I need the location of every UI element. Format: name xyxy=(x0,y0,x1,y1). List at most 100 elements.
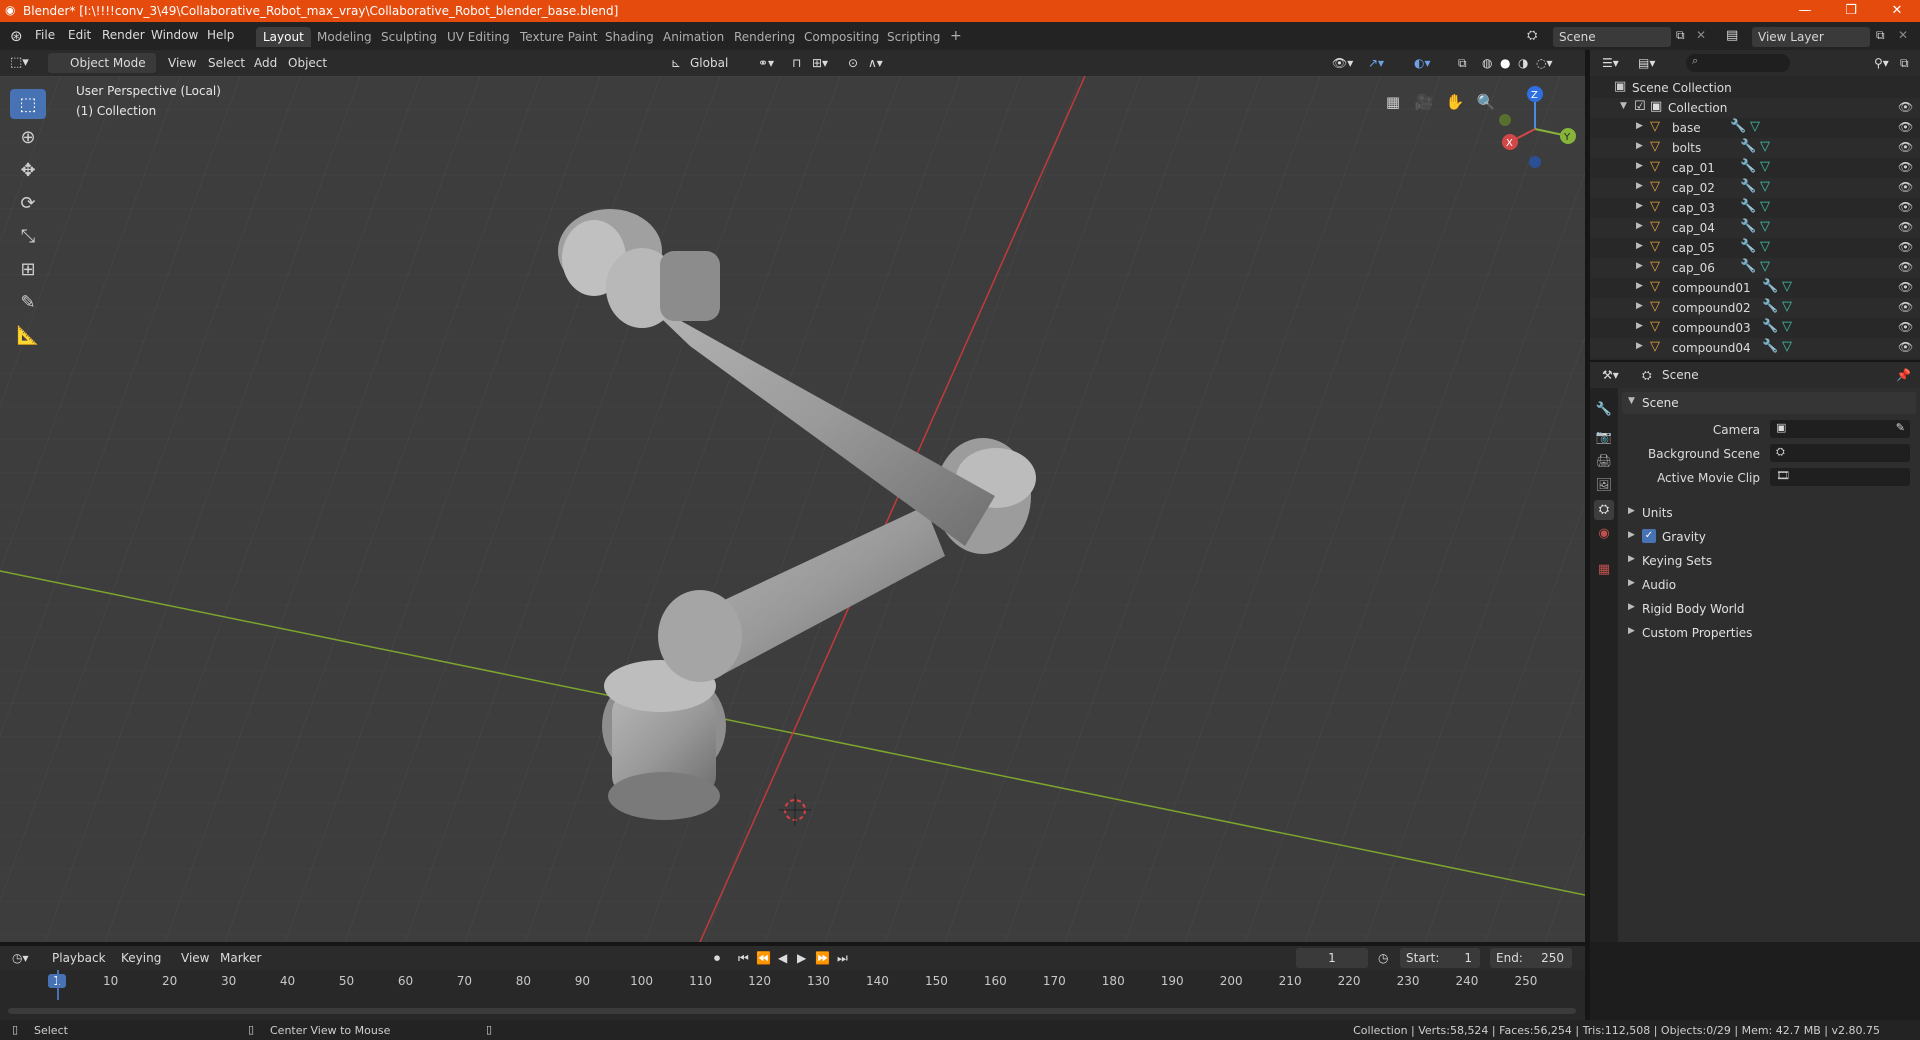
blender-menu-icon[interactable]: ⊛ xyxy=(10,27,23,45)
jump-end-button[interactable]: ⏭ xyxy=(837,948,848,968)
expand-arrow-icon[interactable]: ▶ xyxy=(1636,281,1643,291)
move-tool-icon[interactable]: ✥ xyxy=(10,155,46,185)
marker-menu[interactable]: Marker xyxy=(220,948,261,968)
wireframe-shading-icon[interactable]: ◍ xyxy=(1482,53,1492,73)
modifier-icon[interactable]: 🔧 xyxy=(1762,319,1778,334)
pan-view-icon[interactable]: ✋ xyxy=(1441,88,1469,116)
expand-arrow-icon[interactable]: ▶ xyxy=(1636,221,1643,231)
subpanel-header[interactable]: ▶ Units xyxy=(1622,502,1916,524)
pin-icon[interactable]: 📌 xyxy=(1896,365,1911,385)
expand-arrow-icon[interactable]: ▶ xyxy=(1636,321,1643,331)
gravity-checkbox[interactable]: ✓ xyxy=(1642,529,1656,543)
solid-shading-icon[interactable]: ● xyxy=(1500,53,1510,73)
collection-checkbox[interactable]: ☑ xyxy=(1634,99,1646,114)
snap-target-icon[interactable]: ⊞▾ xyxy=(812,53,828,73)
mesh-data-icon[interactable]: ▽ xyxy=(1782,319,1792,334)
modifier-icon[interactable]: 🔧 xyxy=(1762,299,1778,314)
visibility-icon[interactable]: 👁▾ xyxy=(1332,53,1353,73)
delete-view-layer-icon[interactable]: ✕ xyxy=(1898,28,1908,42)
outliner-item[interactable]: ▶ ▽ bolts 🔧 ▽ 👁 xyxy=(1590,138,1920,158)
current-frame-field[interactable]: 1 xyxy=(1296,948,1368,968)
expand-arrow-icon[interactable]: ▼ xyxy=(1620,101,1627,111)
object-menu[interactable]: Object xyxy=(288,53,327,73)
modifier-icon[interactable]: 🔧 xyxy=(1740,179,1756,194)
eye-icon[interactable]: 👁 xyxy=(1898,220,1913,234)
eye-icon[interactable]: 👁 xyxy=(1898,100,1913,114)
scene-tab-icon[interactable]: ⛭ xyxy=(1594,500,1614,520)
tab-animation[interactable]: Animation xyxy=(656,27,731,47)
timeline[interactable]: 1102030405060708090100110120130140150160… xyxy=(0,970,1585,1024)
tab-modeling[interactable]: Modeling xyxy=(310,27,379,47)
eye-icon[interactable]: 👁 xyxy=(1898,240,1913,254)
timeline-editor-type-icon[interactable]: ◷▾ xyxy=(12,948,29,968)
viewport-scene[interactable] xyxy=(0,76,1585,942)
new-view-layer-icon[interactable]: ⧉ xyxy=(1876,28,1885,43)
expand-arrow-icon[interactable]: ▶ xyxy=(1636,121,1643,131)
mesh-data-icon[interactable]: ▽ xyxy=(1760,239,1770,254)
outliner-search-input[interactable]: ⌕ xyxy=(1686,54,1790,72)
outliner-item[interactable]: ▶ ▽ compound04 🔧 ▽ 👁 xyxy=(1590,338,1920,358)
display-mode-icon[interactable]: ▤▾ xyxy=(1638,53,1655,73)
gizmo-toggle-icon[interactable]: ↗▾ xyxy=(1368,53,1384,73)
xray-icon[interactable]: ⧉ xyxy=(1458,53,1467,73)
rotate-tool-icon[interactable]: ⟳ xyxy=(10,188,46,218)
expand-arrow-icon[interactable]: ▶ xyxy=(1636,301,1643,311)
eye-icon[interactable]: 👁 xyxy=(1898,280,1913,294)
modifier-icon[interactable]: 🔧 xyxy=(1740,139,1756,154)
mesh-data-icon[interactable]: ▽ xyxy=(1760,259,1770,274)
view-layer-icon[interactable]: ▤ xyxy=(1726,28,1738,43)
outliner-scene-collection[interactable]: ▣ Scene Collection xyxy=(1590,78,1920,98)
render-tab-icon[interactable]: 📷 xyxy=(1594,428,1614,448)
eye-icon[interactable]: 👁 xyxy=(1898,160,1913,174)
outliner-item[interactable]: ▶ ▽ base 🔧 ▽ 👁 xyxy=(1590,118,1920,138)
add-menu[interactable]: Add xyxy=(254,53,277,73)
subpanel-header[interactable]: ▶ Custom Properties xyxy=(1622,622,1916,644)
modifier-icon[interactable]: 🔧 xyxy=(1740,159,1756,174)
eye-icon[interactable]: 👁 xyxy=(1898,260,1913,274)
modifier-icon[interactable]: 🔧 xyxy=(1762,279,1778,294)
measure-tool-icon[interactable]: 📐 xyxy=(10,320,46,350)
record-button[interactable]: ⏺ xyxy=(714,948,720,968)
material-shading-icon[interactable]: ◑ xyxy=(1518,53,1528,73)
new-scene-icon[interactable]: ⧉ xyxy=(1676,28,1685,43)
background-scene-field[interactable]: ⛭ xyxy=(1770,444,1910,462)
close-button[interactable]: ✕ xyxy=(1874,0,1920,22)
eye-icon[interactable]: 👁 xyxy=(1898,320,1913,334)
pivot-icon[interactable]: ⚭▾ xyxy=(758,53,774,73)
mode-selector[interactable]: Object Mode xyxy=(48,53,156,73)
tab-rendering[interactable]: Rendering xyxy=(727,27,802,47)
eye-icon[interactable]: 👁 xyxy=(1898,300,1913,314)
view-layer-tab-icon[interactable]: 🖼 xyxy=(1594,476,1614,496)
delete-scene-icon[interactable]: ✕ xyxy=(1696,28,1706,42)
active-movie-clip-field[interactable]: 🎞 xyxy=(1770,468,1910,486)
menu-file[interactable]: File xyxy=(35,28,55,42)
next-keyframe-button[interactable]: ⏩ xyxy=(815,948,830,968)
outliner-item[interactable]: ▶ ▽ cap_06 🔧 ▽ 👁 xyxy=(1590,258,1920,278)
add-workspace-button[interactable]: + xyxy=(943,27,969,47)
subpanel-header[interactable]: ▶ ✓ Gravity xyxy=(1622,526,1916,548)
play-reverse-button[interactable]: ◀ xyxy=(778,948,787,968)
end-frame-field[interactable]: End: 250 xyxy=(1490,948,1572,968)
menu-render[interactable]: Render xyxy=(102,28,145,42)
outliner-item[interactable]: ▶ ▽ cap_01 🔧 ▽ 👁 xyxy=(1590,158,1920,178)
tab-uv-editing[interactable]: UV Editing xyxy=(440,27,517,47)
jump-start-button[interactable]: ⏮ xyxy=(738,948,749,968)
world-tab-icon[interactable]: ◉ xyxy=(1594,524,1614,544)
outliner-item[interactable]: ▶ ▽ cap_05 🔧 ▽ 👁 xyxy=(1590,238,1920,258)
modifier-icon[interactable]: 🔧 xyxy=(1740,219,1756,234)
view-layer-selector[interactable]: View Layer xyxy=(1752,27,1870,47)
timeline-scrollbar[interactable] xyxy=(8,1008,1576,1014)
tab-texture-paint[interactable]: Texture Paint xyxy=(513,27,604,47)
outliner-item[interactable]: ▶ ▽ cap_02 🔧 ▽ 👁 xyxy=(1590,178,1920,198)
camera-view-icon[interactable]: 🎥 xyxy=(1410,88,1438,116)
expand-arrow-icon[interactable]: ▶ xyxy=(1636,341,1643,351)
prev-keyframe-button[interactable]: ⏪ xyxy=(756,948,771,968)
navigation-gizmo[interactable]: Z Y X xyxy=(1490,84,1580,174)
texture-tab-icon[interactable]: ▦ xyxy=(1594,560,1614,580)
outliner-item[interactable]: ▶ ▽ compound03 🔧 ▽ 👁 xyxy=(1590,318,1920,338)
scene-panel-header[interactable]: ▼ Scene xyxy=(1622,392,1916,414)
expand-arrow-icon[interactable]: ▶ xyxy=(1636,261,1643,271)
scene-selector[interactable]: Scene xyxy=(1553,27,1671,47)
editor-type-icon[interactable]: ⬚▾ xyxy=(10,53,29,73)
mesh-data-icon[interactable]: ▽ xyxy=(1782,339,1792,354)
